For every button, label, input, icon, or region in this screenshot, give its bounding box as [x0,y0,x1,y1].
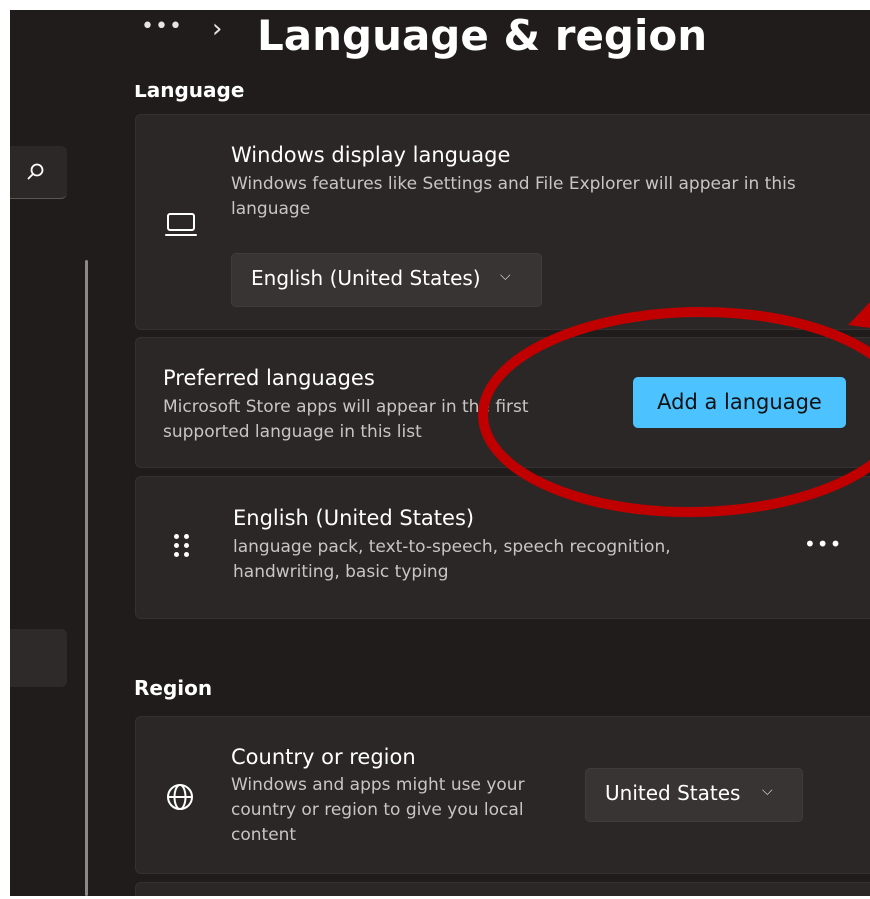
preferred-languages-title: Preferred languages [163,366,375,390]
section-label-region: Region [134,676,213,700]
preferred-languages-description: Microsoft Store apps will appear in the … [163,397,529,442]
preferred-languages-card: Preferred languages Microsoft Store apps… [135,337,870,468]
settings-window: ••• › Language & region Language ••• › L… [10,10,870,896]
language-item-title: English (United States) [233,506,475,530]
breadcrumb-more-button-top[interactable]: ••• [141,14,183,39]
next-setting-card [135,882,870,896]
search-icon [27,163,44,180]
globe-icon [167,784,193,810]
page-title-top: Language & region [257,11,708,60]
add-language-button[interactable]: Add a language [633,377,846,428]
laptop-icon [165,213,197,236]
country-region-dropdown[interactable]: United States ⌵ [585,768,803,822]
chevron-down-icon: ⌵ [500,268,511,284]
display-language-card: Windows display language Windows feature… [135,114,870,330]
country-region-card: Country or region Windows and apps might… [135,716,870,874]
breadcrumb-chevron-icon-top: › [212,14,223,44]
country-region-title: Country or region [231,745,416,769]
sidebar-scrollbar[interactable] [85,260,88,896]
language-item-description: language pack, text-to-speech, speech re… [233,537,671,582]
country-region-dropdown-value: United States [605,781,741,805]
sidebar-selected-item[interactable] [10,629,67,687]
sidebar-search-box[interactable] [10,146,67,199]
display-language-description: Windows features like Settings and File … [231,174,796,219]
display-language-title: Windows display language [231,143,511,167]
country-region-description: Windows and apps might use your country … [231,775,525,845]
language-list-item[interactable]: English (United States) language pack, t… [135,476,870,619]
display-language-dropdown-value: English (United States) [251,266,481,290]
chevron-down-icon: ⌵ [762,783,773,799]
display-language-dropdown[interactable]: English (United States) ⌵ [231,253,542,307]
language-item-more-button[interactable]: ••• [804,532,842,556]
